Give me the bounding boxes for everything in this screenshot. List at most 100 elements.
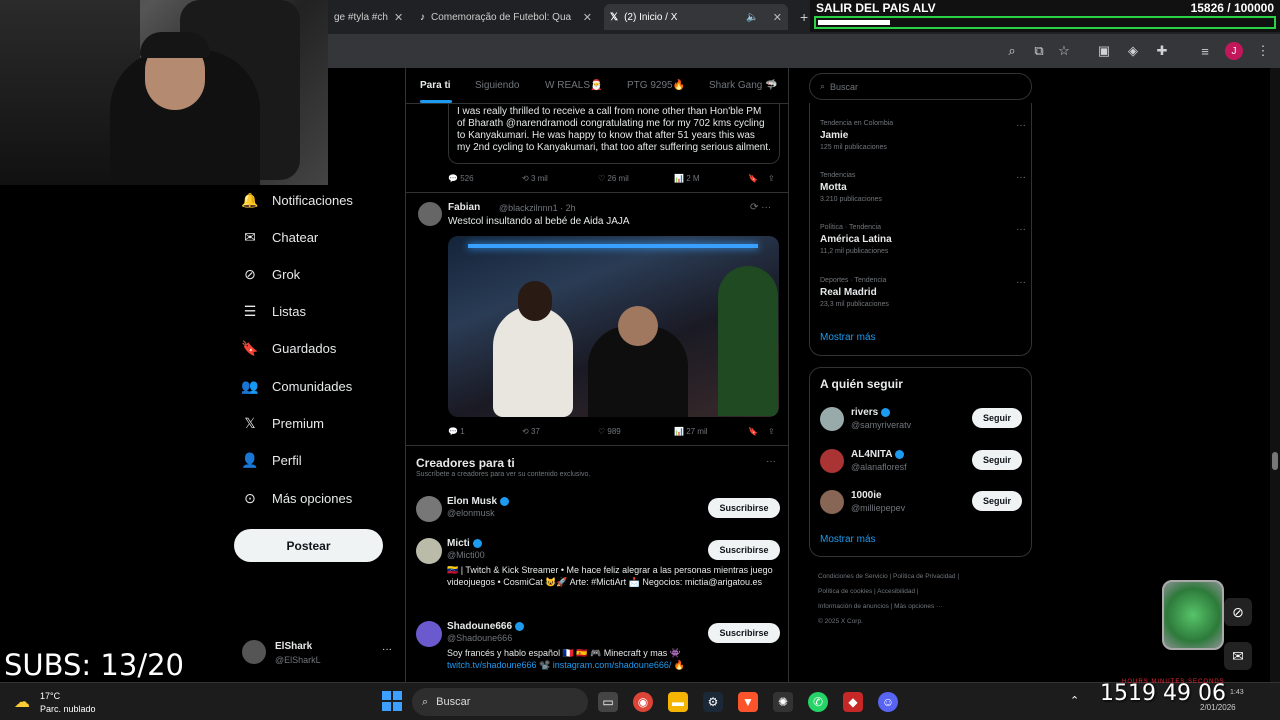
windows-start-icon[interactable]	[382, 691, 402, 711]
bookmark-icon[interactable]: 🔖	[748, 174, 758, 183]
tab-para-ti[interactable]: Para ti	[420, 80, 451, 91]
nav-grok[interactable]: ⊘ Grok	[242, 262, 300, 286]
subscribe-button[interactable]: Suscribirse	[708, 540, 780, 560]
nav-chat[interactable]: ✉ Chatear	[242, 225, 318, 249]
like-button[interactable]: ♡ 26 mil	[598, 174, 629, 183]
chrome-icon[interactable]: ◉	[633, 692, 653, 712]
account-switcher[interactable]: ElShark @ElSharkL ···	[242, 638, 392, 668]
steam-icon[interactable]: ⚙	[703, 692, 723, 712]
chevron-up-icon[interactable]: ⌃	[1070, 694, 1079, 707]
tab-siguiendo[interactable]: Siguiendo	[475, 80, 519, 91]
repost-button[interactable]: ⟲ 37	[522, 427, 540, 436]
task-view-icon[interactable]: ▭	[598, 692, 618, 712]
more-icon[interactable]: ···	[1016, 224, 1026, 235]
share-icon[interactable]: ⧉	[1030, 42, 1048, 60]
follow-item[interactable]: rivers @samyriveratv Seguir	[820, 407, 1022, 435]
extension-icon[interactable]: ◈	[1124, 42, 1142, 60]
quoted-tweet[interactable]: I was really thrilled to receive a call …	[448, 104, 780, 164]
brave-icon[interactable]: ▼	[738, 692, 758, 712]
bookmark-icon[interactable]: 🔖	[748, 427, 758, 436]
close-icon[interactable]: ✕	[773, 11, 782, 24]
follow-item[interactable]: 1000ie @milliepepev Seguir	[820, 490, 1022, 518]
tab-shark-gang[interactable]: Shark Gang 🦈	[709, 80, 778, 91]
clock-date[interactable]: 2/01/2026	[1200, 703, 1236, 712]
scrollbar[interactable]	[1270, 68, 1280, 682]
views-button[interactable]: 📊 2 M	[674, 174, 700, 183]
nav-lists[interactable]: ☰ Listas	[242, 299, 306, 323]
repost-button[interactable]: ⟲ 3 mil	[522, 174, 548, 183]
weather-widget[interactable]: ☁ 17°C Parc. nublado	[14, 689, 134, 717]
more-circle-icon: ⊙	[244, 489, 256, 506]
avatar[interactable]	[418, 202, 442, 226]
more-icon[interactable]: ···	[766, 456, 776, 467]
nav-notifications[interactable]: 🔔 Notificaciones	[241, 188, 353, 212]
share-icon[interactable]: ⇪	[768, 174, 775, 183]
post-button[interactable]: Postear	[234, 529, 383, 562]
trend-name: Motta	[820, 182, 847, 193]
repost-count: 37	[530, 427, 540, 436]
more-icon[interactable]: ···	[1016, 172, 1026, 183]
close-icon[interactable]: ✕	[583, 11, 592, 24]
tweet-video[interactable]	[448, 236, 779, 417]
trend-item[interactable]: Política · Tendencia América Latina 11,2…	[820, 224, 1026, 255]
follow-button[interactable]: Seguir	[972, 491, 1022, 511]
browser-tab-active[interactable]: 𝕏 (2) Inicio / X 🔈 ✕	[604, 4, 788, 30]
puzzle-icon[interactable]: ✚	[1153, 42, 1171, 60]
nav-bookmarks[interactable]: 🔖 Guardados	[241, 336, 336, 360]
extension-icon[interactable]: ▣	[1095, 42, 1113, 60]
nav-profile[interactable]: 👤 Perfil	[241, 448, 301, 472]
subscribe-button[interactable]: Suscribirse	[708, 623, 780, 643]
star-icon[interactable]: ☆	[1055, 42, 1073, 60]
browser-tab[interactable]: ♪ Comemoração de Futebol: Qua ✕	[414, 4, 598, 30]
follow-item[interactable]: AL4NITA @alanafloresf Seguir	[820, 449, 1022, 477]
trend-item[interactable]: Deportes · Tendencia Real Madrid 23,3 mi…	[820, 277, 1026, 308]
trends-show-more-link[interactable]: Mostrar más	[820, 332, 876, 343]
follow-button[interactable]: Seguir	[972, 450, 1022, 470]
mail-icon[interactable]: ✉	[1224, 642, 1252, 670]
subscribe-button[interactable]: Suscribirse	[708, 498, 780, 518]
speaker-icon[interactable]: 🔈	[746, 12, 758, 23]
clock-time[interactable]: 1:43	[1230, 689, 1244, 696]
zoom-icon[interactable]: ⌕	[1003, 42, 1021, 60]
goal-title: SALIR DEL PAIS ALV	[816, 1, 936, 15]
like-button[interactable]: ♡ 989	[598, 427, 621, 436]
menu-icon[interactable]: ⋮	[1254, 42, 1272, 60]
profile-avatar[interactable]: J	[1225, 42, 1243, 60]
openai-icon[interactable]: ✺	[773, 692, 793, 712]
tweet-author-name[interactable]: Fabian	[448, 202, 480, 213]
footer-line[interactable]: Política de cookies | Accesibilidad |	[818, 584, 1028, 599]
creator-bio: 🇻🇪 | Twitch & Kick Streamer • Me hace fe…	[447, 565, 773, 587]
more-icon[interactable]: ···	[382, 644, 392, 655]
app-icon[interactable]: ◆	[843, 692, 863, 712]
footer-line[interactable]: Condiciones de Servicio | Política de Pr…	[818, 569, 1028, 584]
follow-show-more-link[interactable]: Mostrar más	[820, 534, 876, 545]
browser-tab[interactable]: ge #tyla #ch ✕	[328, 4, 408, 30]
nav-more-options[interactable]: ⊙ Más opciones	[242, 486, 352, 510]
folder-icon[interactable]: ▬	[668, 692, 688, 712]
trend-item[interactable]: Tendencia en Colombia Jamie 125 mil publ…	[820, 120, 1026, 151]
tab-w-reals[interactable]: W REALS🎅	[545, 80, 602, 91]
whatsapp-icon[interactable]: ✆	[808, 692, 828, 712]
search-input[interactable]: ⌕ Buscar	[809, 73, 1032, 100]
more-icon[interactable]: ···	[1016, 120, 1026, 131]
trend-item[interactable]: Tendencias Motta 3.210 publicaciones ···	[820, 172, 1026, 203]
share-icon[interactable]: ⇪	[768, 427, 775, 436]
nav-premium[interactable]: 𝕏 Premium	[242, 411, 324, 435]
more-icon[interactable]: ···	[1016, 277, 1026, 288]
grok-icon[interactable]: ⊘	[1224, 598, 1252, 626]
taskbar-search[interactable]: ⌕ Buscar	[412, 688, 588, 716]
creator-links[interactable]: twitch.tv/shadoune666 📽️ instagram.com/s…	[447, 659, 777, 671]
playlist-icon[interactable]: ≡	[1196, 42, 1214, 60]
tweet-author-handle[interactable]: @blackzilnnn1 · 2h	[499, 203, 576, 213]
more-icon[interactable]: ⟳ ···	[750, 202, 771, 213]
reply-button[interactable]: 💬 526	[448, 174, 474, 183]
follow-button[interactable]: Seguir	[972, 408, 1022, 428]
nav-communities[interactable]: 👥 Comunidades	[241, 374, 352, 398]
reply-button[interactable]: 💬 1	[448, 427, 465, 436]
views-button[interactable]: 📊 27 mil	[674, 427, 708, 436]
discord-icon[interactable]: ☺	[878, 692, 898, 712]
scrollbar-thumb[interactable]	[1272, 452, 1278, 470]
close-icon[interactable]: ✕	[394, 11, 403, 24]
tab-ptg[interactable]: PTG 9295🔥	[627, 80, 685, 91]
footer-line[interactable]: Información de anuncios | Más opciones ·…	[818, 599, 1028, 614]
